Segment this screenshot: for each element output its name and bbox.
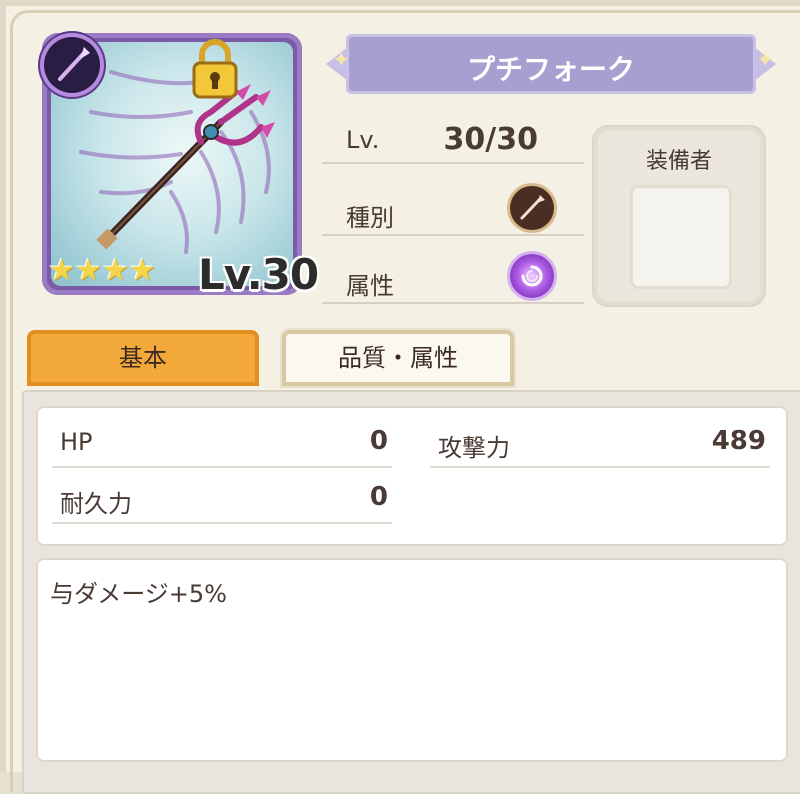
level-value: 30/30: [443, 122, 538, 157]
equipper-slot[interactable]: [630, 185, 732, 289]
star-icon: ★: [48, 253, 75, 288]
lock-icon[interactable]: [190, 37, 240, 101]
dark-swirl-icon: [510, 254, 554, 298]
attack-value: 489: [711, 426, 766, 456]
stats-box: HP 0 攻撃力 489 耐久力 0: [36, 406, 788, 546]
durability-value: 0: [369, 482, 388, 512]
item-name-banner: ✦ ✦ プチフォーク: [316, 22, 786, 106]
attack-stat: 攻撃力 489: [430, 426, 770, 468]
tab-basic[interactable]: 基本: [27, 330, 259, 386]
hp-value: 0: [369, 426, 388, 456]
equipper-box[interactable]: 装備者: [594, 127, 764, 305]
rarity-stars: ★ ★ ★ ★: [48, 256, 156, 286]
star-icon: ★: [74, 253, 102, 288]
hp-label: HP: [60, 428, 93, 456]
equipper-label: 装備者: [645, 149, 712, 174]
spear-icon: [510, 186, 554, 230]
description-box: 与ダメージ+5%: [36, 558, 788, 762]
star-icon: ★: [128, 253, 156, 288]
durability-label: 耐久力: [60, 490, 132, 518]
attack-label: 攻撃力: [438, 434, 510, 462]
card-level-label: Lv.30: [198, 250, 319, 299]
spear-type-icon: [44, 37, 100, 93]
type-label: 種別: [346, 204, 394, 232]
hp-stat: HP 0: [52, 426, 392, 468]
level-row: Lv. 30/30: [322, 122, 584, 164]
tab-quality-attribute[interactable]: 品質・属性: [282, 330, 514, 386]
star-icon: ★: [101, 253, 129, 288]
durability-stat: 耐久力 0: [52, 482, 392, 524]
description-text: 与ダメージ+5%: [50, 580, 227, 608]
item-name: プチフォーク: [466, 53, 635, 86]
level-label: Lv.: [346, 126, 380, 154]
type-row: 種別: [322, 186, 584, 236]
attribute-label: 属性: [346, 272, 394, 300]
attribute-row: 属性: [322, 254, 584, 304]
